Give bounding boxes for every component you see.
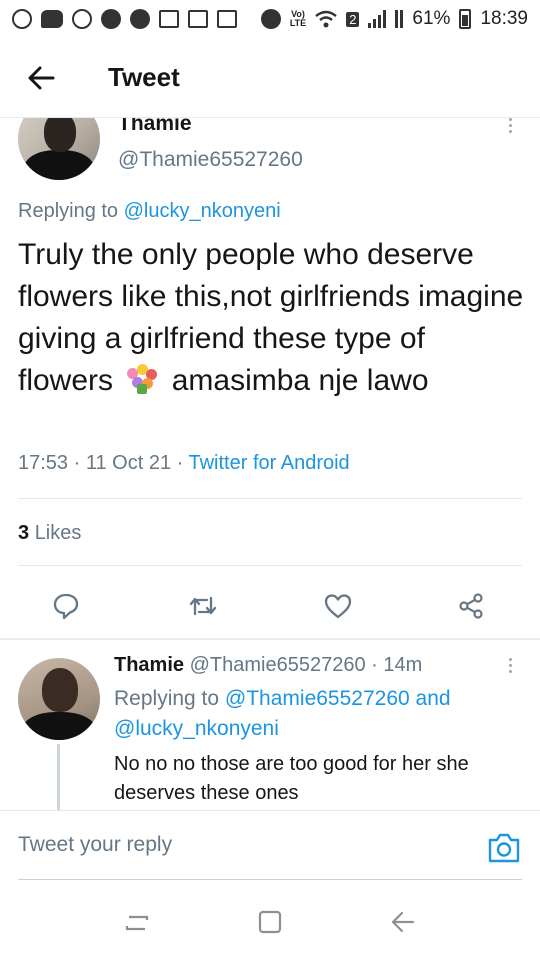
tweet-actions	[0, 586, 540, 626]
reply-text: No no no those are too good for her she …	[114, 753, 469, 804]
replying-to-link[interactable]: @lucky_nkonyeni	[124, 200, 281, 222]
recent-apps-icon	[125, 915, 148, 931]
signal-icon-2	[395, 10, 404, 28]
reply-replying-and[interactable]: and	[416, 687, 451, 710]
reply-input[interactable]	[18, 833, 438, 857]
like-button[interactable]	[318, 586, 358, 626]
likes-label: Likes	[34, 522, 82, 544]
checkbox-icon	[188, 10, 208, 28]
signal-icon	[368, 10, 387, 28]
divider	[18, 565, 522, 566]
replying-to: Replying to @lucky_nkonyeni	[18, 200, 281, 223]
whatsapp-icon	[72, 9, 92, 29]
replying-prefix: Replying to	[18, 200, 119, 222]
reply-author-name[interactable]: Thamie	[114, 654, 184, 676]
retweet-icon	[189, 596, 217, 616]
gallery-icon	[217, 10, 237, 28]
battery-icon	[459, 9, 472, 29]
tweet-time: 17:53	[18, 452, 69, 474]
reply-avatar[interactable]	[18, 658, 100, 740]
likes-count[interactable]: 3 Likes	[18, 522, 81, 545]
reply-tweet[interactable]: Thamie @Thamie65527260 · 14m Replying to…	[0, 640, 540, 810]
reply-replying-prefix: Replying to	[114, 687, 220, 710]
heart-icon	[324, 594, 352, 619]
gmail-icon	[159, 10, 179, 28]
camera-button[interactable]	[486, 831, 522, 865]
divider	[18, 498, 522, 499]
reply-replying-link-1[interactable]: @Thamie65527260	[225, 687, 410, 710]
arrow-left-icon	[28, 66, 55, 89]
page-title: Tweet	[108, 62, 180, 92]
home-button[interactable]	[250, 902, 290, 942]
likes-number: 3	[18, 522, 30, 544]
clock: 18:39	[480, 8, 528, 29]
compose-underline	[18, 879, 522, 880]
avatar[interactable]	[18, 118, 100, 180]
system-back-button[interactable]	[383, 902, 423, 942]
tweet-text-part-2: amasimba nje lawo	[171, 364, 429, 397]
reply-age: 14m	[383, 654, 423, 676]
battery-percent: 61%	[412, 8, 451, 29]
home-icon	[258, 910, 282, 934]
main-tweet: Thamie @Thamie65527260 Replying to @luck…	[0, 118, 540, 640]
reply-replying-link-2[interactable]: @lucky_nkonyeni	[114, 717, 279, 740]
chat-icon	[101, 9, 121, 29]
retweet-button[interactable]	[183, 586, 223, 626]
comment-icon	[53, 593, 79, 620]
chat-icon-2	[130, 9, 150, 29]
reply-author-handle[interactable]: @Thamie65527260	[190, 654, 366, 676]
back-arrow-icon	[392, 911, 415, 933]
reply-more-options-icon[interactable]	[507, 658, 513, 673]
notification-ring-icon	[12, 9, 32, 29]
system-nav-bar	[0, 884, 540, 960]
wifi-icon	[315, 10, 337, 28]
share-button[interactable]	[451, 586, 491, 626]
reply-replying-to: Replying to @Thamie65527260 and @lucky_n…	[114, 684, 504, 744]
thread-line	[57, 744, 60, 810]
author-name[interactable]: Thamie	[118, 118, 192, 136]
camera-icon	[488, 833, 520, 863]
app-header: Tweet	[0, 38, 540, 118]
reply-button[interactable]	[46, 586, 86, 626]
recent-apps-button[interactable]	[117, 902, 157, 942]
tweet-source[interactable]: Twitter for Android	[189, 452, 350, 474]
status-bar: Vo) LTE 2 61% 18:39	[0, 0, 540, 38]
alarm-icon	[260, 9, 281, 29]
back-button[interactable]	[22, 59, 60, 97]
tweet-meta: 17:53 · 11 Oct 21 · Twitter for Android	[18, 452, 350, 474]
tweet-date: 11 Oct 21	[85, 452, 172, 474]
compose-bar	[0, 810, 540, 882]
notification-icons	[12, 9, 237, 29]
message-icon	[41, 10, 63, 28]
more-options-icon[interactable]	[507, 118, 513, 133]
reply-header: Thamie @Thamie65527260 · 14m	[114, 654, 423, 676]
sim-slot-badge: 2	[346, 11, 360, 27]
author-handle[interactable]: @Thamie65527260	[118, 148, 303, 172]
bouquet-emoji-icon	[125, 364, 159, 394]
share-icon	[459, 593, 483, 619]
tweet-text: Truly the only people who deserve flower…	[18, 234, 528, 402]
system-icons: Vo) LTE 2 61% 18:39	[260, 8, 528, 30]
volte-icon: Vo) LTE	[289, 9, 307, 28]
